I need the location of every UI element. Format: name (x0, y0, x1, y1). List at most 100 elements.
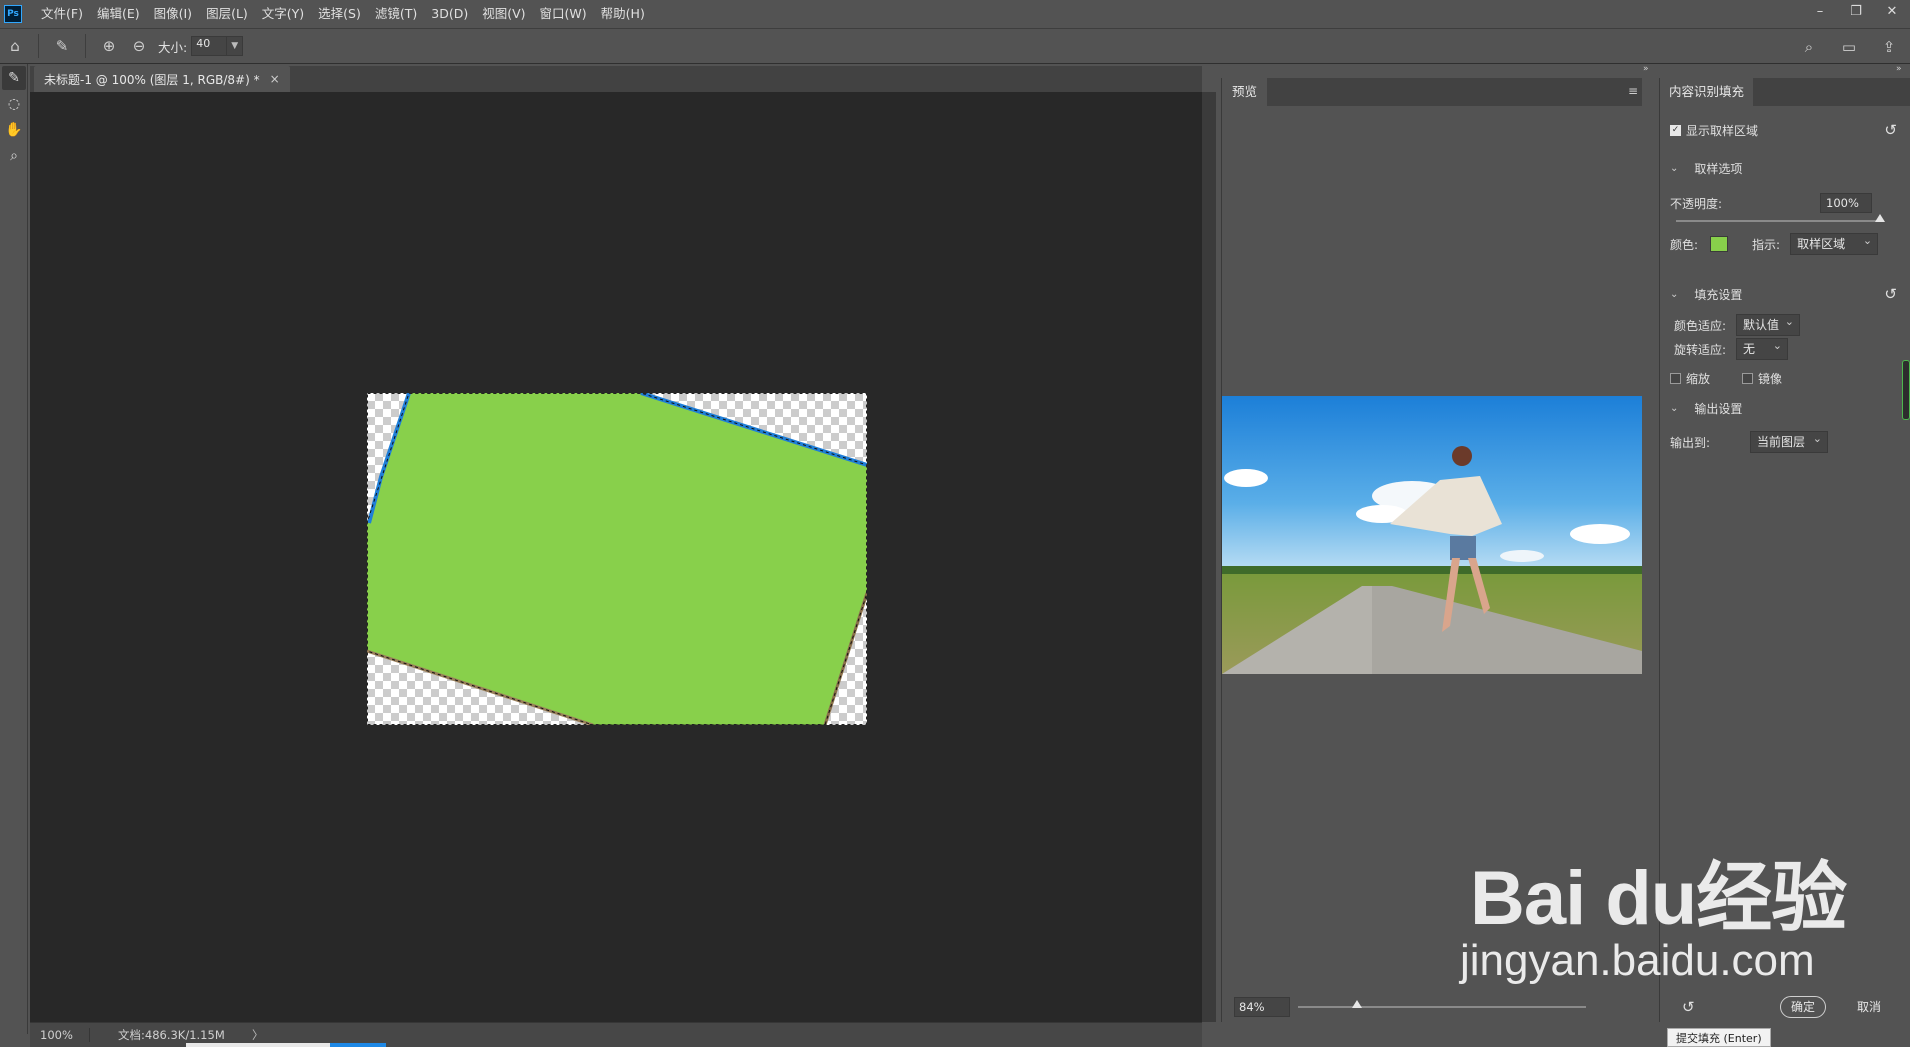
watermark-logo: Bai du经验 (1470, 856, 1847, 941)
canvas-area[interactable] (30, 92, 1216, 1022)
canvas-scrollbar[interactable] (1202, 92, 1216, 1022)
taskbar-fragment (330, 1043, 386, 1047)
close-icon[interactable]: ✕ (1874, 0, 1910, 22)
share-icon[interactable]: ⇪ (1877, 35, 1901, 59)
photoshop-logo-icon: Ps (4, 5, 22, 23)
restore-icon[interactable]: ❐ (1838, 0, 1874, 22)
status-expand-icon[interactable]: 〉 (252, 1027, 264, 1043)
preview-tab-bar: 预览 ≡ (1222, 78, 1642, 106)
watermark-url: jingyan.baidu.com (1460, 936, 1815, 985)
opacity-slider[interactable] (1676, 214, 1885, 222)
scale-label: 缩放 (1686, 371, 1711, 386)
subtract-from-sample-icon[interactable]: ⊖ (127, 34, 151, 58)
collapse-panel-icon[interactable]: » (1896, 64, 1902, 74)
collapse-panel-icon[interactable]: » (1643, 64, 1649, 74)
options-bar: ⌂ ✎ ⊕ ⊖ 大小: 40 ▼ ⌕ ▭ ⇪ (0, 28, 1910, 64)
status-zoom[interactable]: 100% (30, 1028, 90, 1042)
menu-file[interactable]: 文件(F) (34, 0, 90, 28)
baidu-watermark: Bai du经验 jingyan.baidu.com (1460, 836, 1910, 1016)
zoom-tool-icon[interactable]: ⌕ (2, 144, 26, 168)
mirror-label: 镜像 (1758, 371, 1783, 386)
opacity-input[interactable]: 100% (1820, 193, 1872, 213)
menu-image[interactable]: 图像(I) (147, 0, 199, 28)
panel-menu-icon[interactable]: ≡ (1628, 84, 1638, 98)
mirror-checkbox[interactable] (1742, 372, 1753, 384)
menu-view[interactable]: 视图(V) (475, 0, 532, 28)
preview-image (1222, 396, 1642, 674)
color-adapt-label: 颜色适应: (1674, 318, 1727, 333)
sampling-options-label: 取样选项 (1694, 161, 1743, 176)
menu-select[interactable]: 选择(S) (311, 0, 368, 28)
options-right-tools: ⌕ ▭ ⇪ (1794, 35, 1904, 59)
menu-bar: Ps 文件(F) 编辑(E) 图像(I) 图层(L) 文字(Y) 选择(S) 滤… (0, 0, 1910, 28)
show-sampling-checkbox[interactable]: ✓ (1670, 124, 1681, 136)
divider (85, 34, 86, 58)
output-label: 输出到: (1670, 435, 1711, 450)
sampling-brush-icon[interactable]: ✎ (50, 34, 74, 58)
sample-color-swatch[interactable] (1710, 236, 1729, 252)
menu-layer[interactable]: 图层(L) (199, 0, 255, 28)
tab-preview[interactable]: 预览 (1222, 78, 1268, 106)
sampling-area-overlay (367, 393, 867, 725)
sampling-brush-tool-icon[interactable]: ✎ (2, 66, 26, 90)
document-tab[interactable]: 未标题-1 @ 100% (图层 1, RGB/8#) * × (34, 66, 290, 92)
sampling-options-header[interactable]: ⌄ 取样选项 (1660, 158, 1910, 178)
output-settings-label: 输出设置 (1694, 401, 1743, 416)
color-indicate-row: 颜色: 指示: 取样区域 (1660, 231, 1910, 256)
show-sampling-row: ✓ 显示取样区域 ↺ (1660, 120, 1910, 140)
lasso-tool-icon[interactable]: ◌ (2, 92, 26, 116)
workspace-icon[interactable]: ▭ (1837, 35, 1861, 59)
menu-filter[interactable]: 滤镜(T) (368, 0, 424, 28)
menu-help[interactable]: 帮助(H) (594, 0, 652, 28)
fill-settings-header[interactable]: ⌄ 填充设置 ↺ (1660, 284, 1910, 304)
caf-tab-bar: 内容识别填充 (1660, 78, 1910, 106)
chevron-down-icon[interactable]: ⌄ (1670, 403, 1678, 414)
chevron-down-icon[interactable]: ⌄ (1670, 163, 1678, 174)
preview-zoom-input[interactable]: 84% (1234, 997, 1290, 1017)
rotate-adapt-select[interactable]: 无 (1736, 336, 1788, 360)
scale-checkbox[interactable] (1670, 372, 1681, 384)
window-controls: – ❐ ✕ (1802, 0, 1910, 22)
size-dropdown-chevron-icon[interactable]: ▼ (227, 36, 244, 56)
tab-content-aware-fill[interactable]: 内容识别填充 (1660, 78, 1754, 106)
menu-window[interactable]: 窗口(W) (533, 0, 594, 28)
size-input[interactable]: 40 (191, 36, 228, 56)
opacity-label: 不透明度: (1670, 196, 1723, 211)
reset-icon[interactable]: ↺ (1884, 121, 1897, 139)
panel-scrollbar[interactable] (1902, 360, 1910, 420)
status-doc-info: 文档:486.3K/1.15M (118, 1028, 225, 1042)
size-label: 大小: (158, 39, 188, 55)
color-adapt-select[interactable]: 默认值 (1736, 312, 1800, 336)
color-label: 颜色: (1670, 237, 1699, 252)
close-tab-icon[interactable]: × (270, 72, 280, 86)
opacity-row: 不透明度: 100% (1660, 192, 1910, 214)
document-tab-title: 未标题-1 @ 100% (图层 1, RGB/8#) * (44, 72, 260, 87)
indicate-select[interactable]: 取样区域 (1790, 231, 1879, 255)
cloud (1224, 469, 1268, 487)
cloud (1570, 524, 1630, 544)
hand-tool-icon[interactable]: ✋ (2, 118, 26, 142)
tools-panel: ✎ ◌ ✋ ⌕ (0, 64, 28, 1034)
document-tab-bar: 未标题-1 @ 100% (图层 1, RGB/8#) * × (30, 66, 1202, 92)
indicate-label: 指示: (1752, 237, 1781, 252)
chevron-down-icon[interactable]: ⌄ (1670, 289, 1678, 300)
output-row: 输出到: 当前图层 (1660, 429, 1910, 454)
home-icon[interactable]: ⌂ (3, 34, 27, 58)
menu-edit[interactable]: 编辑(E) (90, 0, 147, 28)
output-settings-header[interactable]: ⌄ 输出设置 (1660, 398, 1910, 418)
menu-type[interactable]: 文字(Y) (255, 0, 311, 28)
color-adapt-row: 颜色适应: 默认值 (1660, 312, 1910, 336)
search-icon[interactable]: ⌕ (1797, 35, 1821, 59)
minimize-icon[interactable]: – (1802, 0, 1838, 22)
document-canvas[interactable] (367, 393, 867, 725)
reset-icon[interactable]: ↺ (1884, 285, 1897, 303)
opacity-slider-thumb[interactable] (1875, 214, 1885, 222)
menu-3d[interactable]: 3D(D) (424, 0, 475, 28)
rotate-adapt-label: 旋转适应: (1674, 342, 1727, 357)
add-to-sample-icon[interactable]: ⊕ (97, 34, 121, 58)
scale-mirror-row: 缩放 镜像 (1660, 368, 1910, 388)
preview-zoom-thumb[interactable] (1352, 1000, 1362, 1008)
output-select[interactable]: 当前图层 (1750, 429, 1828, 453)
divider (38, 34, 39, 58)
rotate-adapt-row: 旋转适应: 无 (1660, 336, 1910, 360)
